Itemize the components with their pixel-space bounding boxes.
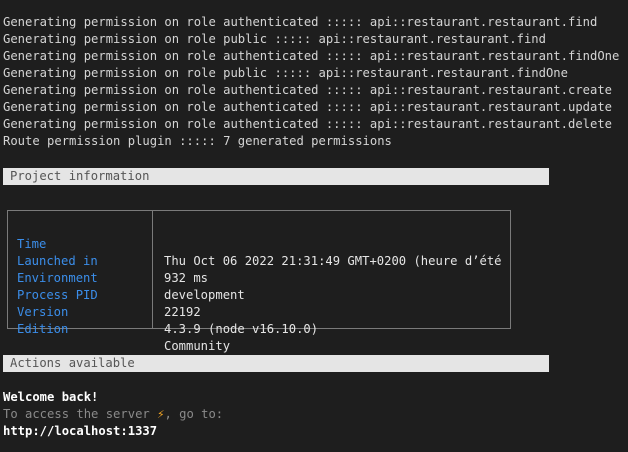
log-line: Generating permission on role authentica… xyxy=(3,83,613,97)
table-row: Environment development xyxy=(8,253,510,302)
info-value: 4.3.9 (node v16.10.0) xyxy=(164,322,319,336)
info-key: Edition xyxy=(17,322,69,336)
access-prefix: To access the server xyxy=(3,407,158,421)
log-line: Generating permission on role authentica… xyxy=(3,15,598,29)
access-suffix: , go to: xyxy=(164,407,224,421)
server-url-link[interactable]: http://localhost:1337 xyxy=(3,423,157,440)
table-row: Process PID 22192 xyxy=(8,270,510,319)
log-line: Generating permission on role authentica… xyxy=(3,49,620,63)
log-line: Generating permission on role authentica… xyxy=(3,117,613,131)
log-line: Generating permission on role authentica… xyxy=(3,100,613,114)
access-instructions: To access the server ⚡, go to: xyxy=(3,406,223,423)
table-row: Version 4.3.9 (node v16.10.0) xyxy=(8,287,510,336)
project-info-table: Time Thu Oct 06 2022 21:31:49 GMT+0200 (… xyxy=(7,210,511,353)
log-line: Route permission plugin ::::: 7 generate… xyxy=(3,134,392,148)
table-row: Edition Community xyxy=(8,304,510,353)
table-row: Launched in 932 ms xyxy=(8,236,510,285)
welcome-message: Welcome back! xyxy=(3,390,99,404)
table-row: Time Thu Oct 06 2022 21:31:49 GMT+0200 (… xyxy=(8,219,510,268)
info-value: Community xyxy=(164,339,231,353)
actions-available-header: Actions available xyxy=(3,355,549,372)
log-line: Generating permission on role public :::… xyxy=(3,66,568,80)
log-line: Generating permission on role public :::… xyxy=(3,32,546,46)
project-information-header: Project information xyxy=(3,168,549,185)
